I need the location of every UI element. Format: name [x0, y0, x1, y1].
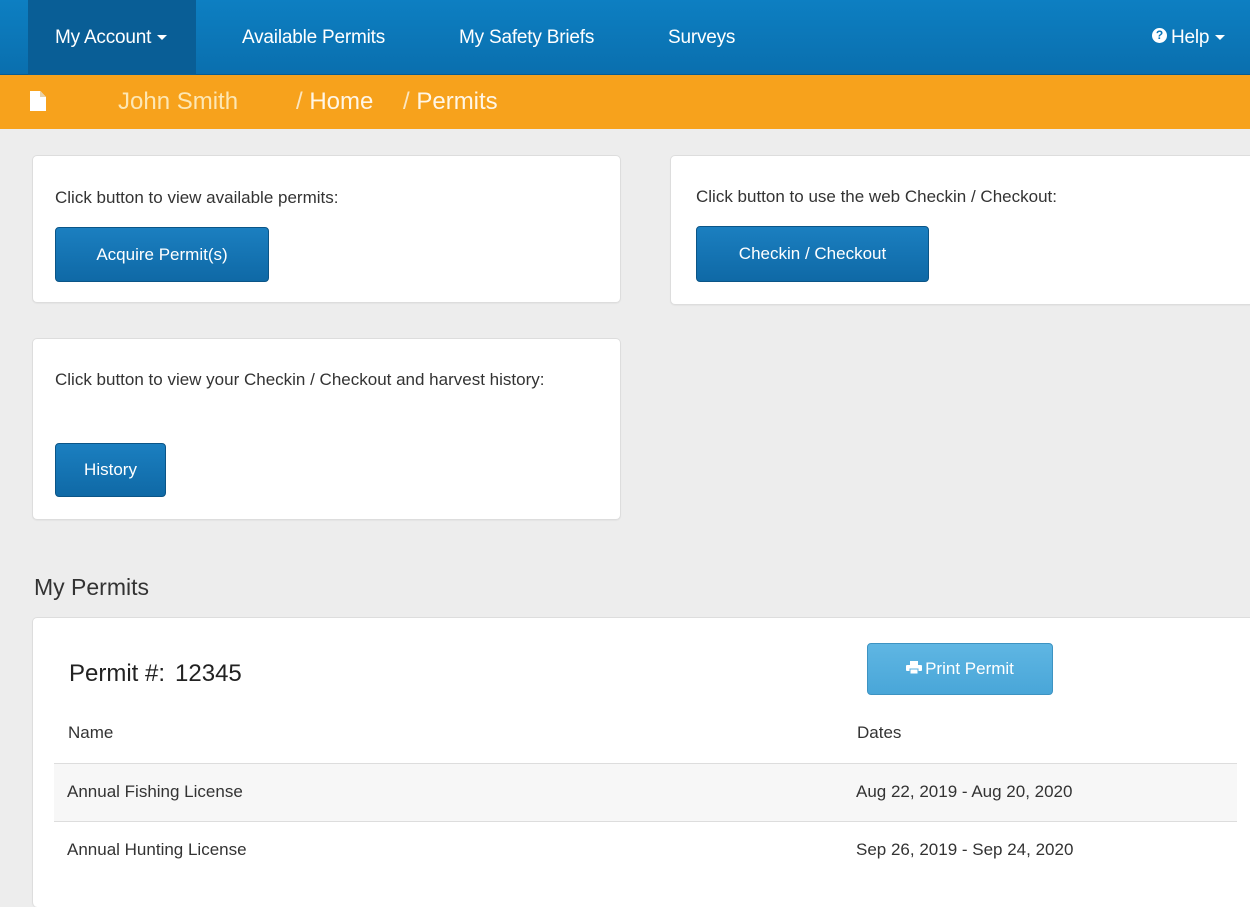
table-row: Annual Hunting License Sep 26, 2019 - Se… — [54, 821, 1237, 879]
nav-surveys[interactable]: Surveys — [668, 0, 735, 75]
nav-available-permits[interactable]: Available Permits — [242, 0, 385, 75]
breadcrumb-home-label: Home — [309, 88, 374, 115]
permit-number-value: 12345 — [175, 660, 242, 687]
question-circle-icon: ? — [1152, 28, 1167, 44]
breadcrumb-item-home[interactable]: / Home — [296, 88, 373, 116]
nav-my-account-label: My Account — [55, 27, 152, 48]
checkin-text: Click button to use the web Checkin / Ch… — [696, 187, 1057, 206]
permit-number: Permit #: 12345 — [69, 660, 242, 688]
breadcrumb-item-permits[interactable]: / Permits — [403, 88, 498, 116]
print-permit-button[interactable]: Print Permit — [867, 643, 1053, 695]
nav-safety-briefs[interactable]: My Safety Briefs — [459, 0, 594, 75]
column-header-dates: Dates — [857, 723, 902, 742]
top-navbar: My Account Available Permits My Safety B… — [0, 0, 1250, 75]
history-card: Click button to view your Checkin / Chec… — [32, 338, 621, 520]
acquire-permits-button[interactable]: Acquire Permit(s) — [55, 227, 269, 282]
permit-name: Annual Fishing License — [67, 782, 243, 801]
checkin-card: Click button to use the web Checkin / Ch… — [670, 155, 1250, 305]
nav-help-label: Help — [1171, 27, 1210, 48]
document-icon — [30, 91, 46, 111]
permit-number-label: Permit #: — [69, 660, 166, 687]
checkin-checkout-button[interactable]: Checkin / Checkout — [696, 226, 929, 282]
table-row: Annual Fishing License Aug 22, 2019 - Au… — [54, 763, 1237, 821]
breadcrumb: John Smith / Home / Permits — [0, 75, 1250, 129]
caret-down-icon — [157, 35, 168, 41]
nav-available-permits-label: Available Permits — [242, 27, 386, 48]
nav-my-account[interactable]: My Account — [28, 0, 196, 75]
column-header-name: Name — [68, 723, 114, 742]
printer-icon — [906, 661, 923, 675]
print-permit-label: Print Permit — [925, 659, 1014, 678]
nav-help[interactable]: ? Help — [1152, 0, 1226, 75]
breadcrumb-separator: / — [296, 88, 303, 115]
nav-safety-briefs-label: My Safety Briefs — [459, 27, 595, 48]
breadcrumb-user: John Smith — [118, 88, 239, 115]
permit-dates: Aug 22, 2019 - Aug 20, 2020 — [856, 782, 1073, 801]
history-button[interactable]: History — [55, 443, 166, 497]
breadcrumb-permits-label: Permits — [416, 88, 498, 115]
available-permits-card: Click button to view available permits: … — [32, 155, 621, 303]
my-permits-title: My Permits — [34, 574, 149, 600]
breadcrumb-separator: / — [403, 88, 410, 115]
permit-name: Annual Hunting License — [67, 840, 247, 859]
history-text: Click button to view your Checkin / Chec… — [55, 370, 545, 389]
available-permits-text: Click button to view available permits: — [55, 188, 339, 207]
caret-down-icon — [1215, 35, 1226, 41]
nav-surveys-label: Surveys — [668, 27, 736, 48]
permit-dates: Sep 26, 2019 - Sep 24, 2020 — [856, 840, 1074, 859]
